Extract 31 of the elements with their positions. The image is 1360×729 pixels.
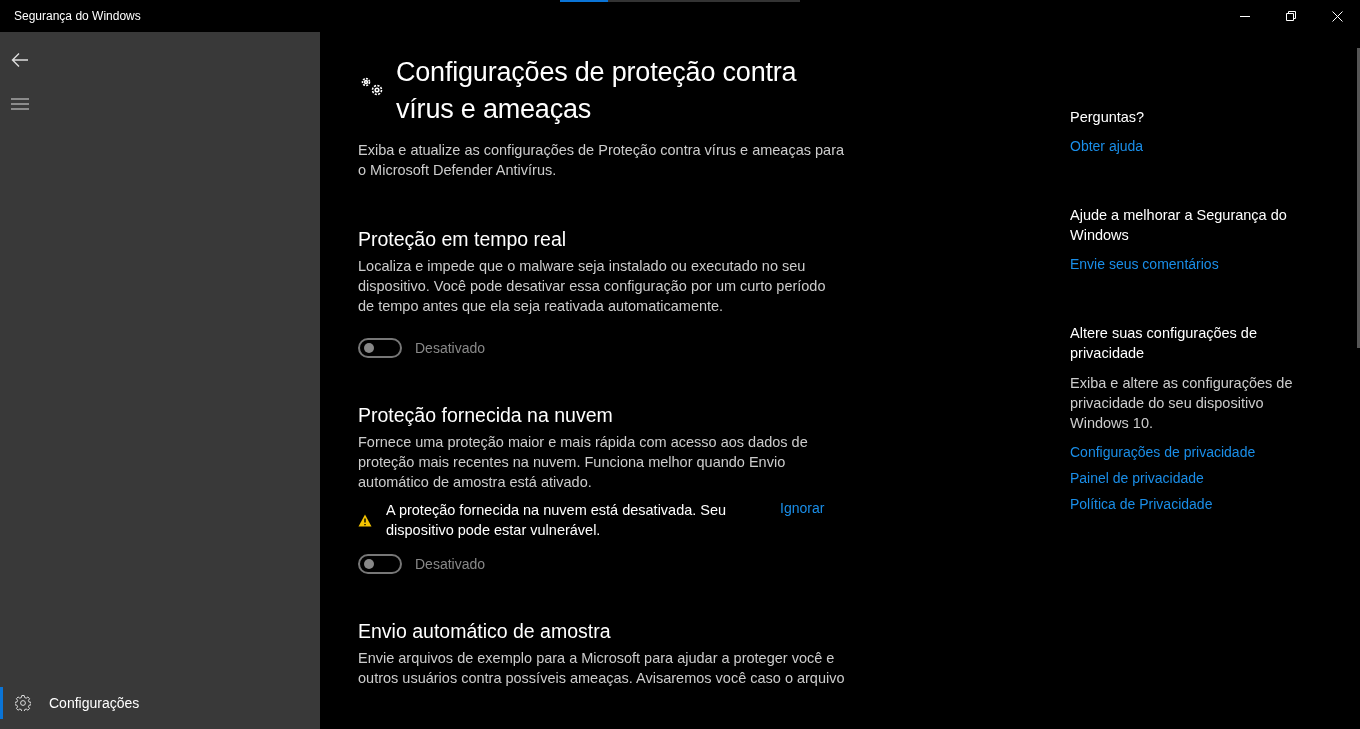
window-title: Segurança do Windows [13, 9, 141, 23]
toggle-label: Desativado [415, 340, 486, 356]
warning-icon [358, 514, 372, 527]
section-description: Envie arquivos de exemplo para a Microsoft para ajudar a proteger você e outros usuários contra possíveis ameaças. Avisaremos você caso o arquivo [358, 649, 846, 688]
aside-heading: Altere suas configurações de privacidade [1070, 324, 1258, 363]
help-link[interactable]: Painel de privacidade [1070, 465, 1310, 491]
section-description: Localiza e impede que o malware seja instalado ou executado no seu dispositivo. Você pode desativar essa configuração por um curto período de tempo antes que ela seja reativada automaticamente. [358, 257, 827, 316]
section-description: Fornece uma proteção maior e mais rápida com acesso aos dados de proteção mais recentes na nuvem. Funciona melhor quando Envio automático de amostra está ativado. [358, 433, 809, 492]
section-title: Proteção em tempo real [358, 227, 568, 252]
aside-heading: Perguntas? [1070, 108, 1146, 127]
section-title: Envio automático de amostra [358, 619, 612, 644]
help-link[interactable]: Configurações de privacidade [1070, 439, 1310, 465]
help-link[interactable]: Política de Privacidade [1070, 491, 1310, 517]
gear-icon [15, 695, 31, 711]
page-description: Exiba e atualize as configurações de Proteção contra vírus e ameaças para o Microsoft Defender Antivírus. [358, 141, 846, 180]
dismiss-link[interactable]: Ignorar [780, 500, 825, 516]
section-title: Proteção fornecida na nuvem [358, 403, 614, 428]
close-icon [1331, 10, 1343, 22]
help-link[interactable]: Obter ajuda [1070, 133, 1310, 159]
back-arrow-icon [11, 52, 29, 68]
toggle-switch[interactable] [358, 338, 402, 358]
aside-heading: Ajude a melhorar a Segurança do Windows [1070, 206, 1288, 245]
warning-message: A proteção fornecida na nuvem está desativada. Seu dispositivo pode estar vulnerável. [386, 501, 728, 540]
nav-item[interactable]: Configurações [0, 687, 320, 719]
help-link[interactable]: Envie seus comentários [1070, 251, 1310, 277]
aside-text: Exiba e altere as configurações de privacidade do seu dispositivo Windows 10. [1070, 374, 1294, 433]
toggle-switch[interactable] [358, 554, 402, 574]
toggle-label: Desativado [415, 556, 486, 572]
page-title: Configurações de proteção contra vírus e ameaças [396, 56, 797, 126]
restore-icon [1286, 11, 1296, 21]
menu-icon [11, 98, 29, 110]
